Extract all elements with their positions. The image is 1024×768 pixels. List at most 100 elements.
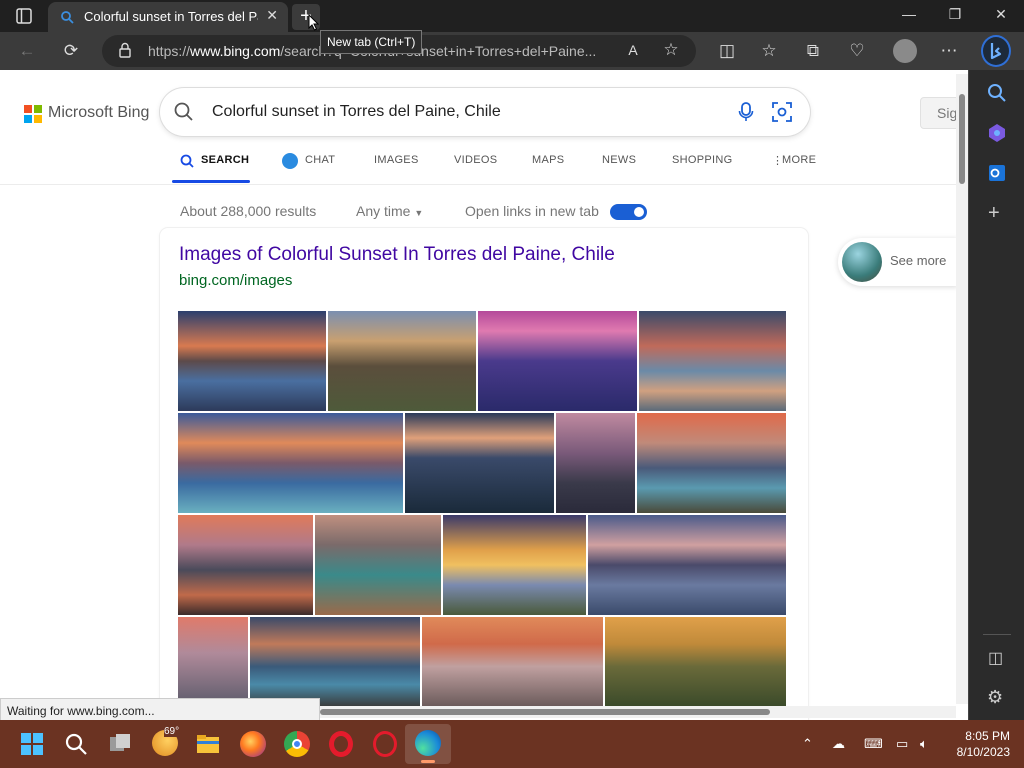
search-input[interactable]: Colorful sunset in Torres del Paine, Chi… — [212, 103, 501, 121]
visual-search-icon[interactable] — [772, 102, 792, 122]
lock-icon[interactable] — [118, 42, 132, 58]
see-more-thumbnail — [842, 242, 882, 282]
minimize-button[interactable]: — — [886, 6, 932, 22]
image-thumbnail[interactable] — [605, 617, 786, 707]
results-count: About 288,000 results — [180, 203, 317, 219]
status-bar: Waiting for www.bing.com... — [0, 698, 320, 720]
scope-search-icon — [180, 154, 194, 168]
new-tab-tooltip: New tab (Ctrl+T) — [320, 30, 423, 54]
file-explorer-icon[interactable] — [196, 732, 220, 756]
weather-temp: 69° — [164, 726, 180, 737]
microsoft-logo-icon — [24, 105, 42, 123]
tab-chat[interactable]: CHAT — [305, 154, 335, 166]
search-box[interactable]: Colorful sunset in Torres del Paine, Chi… — [160, 88, 810, 136]
firefox-icon[interactable] — [240, 731, 266, 757]
clock-date: 8/10/2023 — [956, 745, 1010, 759]
back-icon[interactable]: ← — [16, 41, 38, 63]
clock-time: 8:05 PM — [965, 729, 1010, 743]
image-thumbnail[interactable] — [443, 515, 586, 615]
horizontal-scrollbar[interactable] — [320, 706, 956, 718]
sidebar-outlook-icon[interactable] — [986, 162, 1008, 184]
image-thumbnail[interactable] — [637, 413, 786, 513]
tab-search[interactable]: SEARCH — [201, 154, 249, 166]
image-thumbnail[interactable] — [478, 311, 637, 411]
system-clock[interactable]: 8:05 PM 8/10/2023 — [948, 728, 1010, 760]
vertical-scrollbar[interactable] — [956, 74, 968, 704]
hide-sidebar-icon[interactable]: ◫ — [988, 648, 1003, 668]
vertical-scrollbar-thumb[interactable] — [959, 94, 965, 184]
sidebar-copilot-icon[interactable] — [986, 122, 1008, 144]
edge-icon — [415, 730, 441, 756]
tab-news[interactable]: NEWS — [602, 154, 636, 166]
see-more-label: See more — [890, 253, 947, 268]
image-thumbnail[interactable] — [315, 515, 441, 615]
image-thumbnail[interactable] — [178, 413, 403, 513]
see-more-button[interactable]: See more — [838, 238, 958, 286]
keyboard-icon[interactable]: ⌨ — [864, 736, 883, 752]
opera-icon[interactable] — [329, 731, 353, 757]
microphone-icon[interactable] — [738, 102, 754, 122]
more-menu-icon[interactable]: ⋯ — [938, 41, 960, 63]
split-screen-icon[interactable]: ◫ — [716, 41, 738, 63]
image-thumbnail[interactable] — [588, 515, 786, 615]
favorite-star-icon[interactable]: ☆ — [660, 40, 682, 62]
opera-gx-icon[interactable] — [373, 731, 397, 757]
mouse-cursor-icon — [308, 14, 320, 31]
address-toolbar: ← ⟳ https://www.bing.com/search?q=Colorf… — [0, 32, 1024, 70]
image-thumbnail[interactable] — [178, 311, 326, 411]
open-links-toggle[interactable] — [610, 204, 647, 220]
image-thumbnail[interactable] — [639, 311, 786, 411]
horizontal-scrollbar-thumb[interactable] — [320, 709, 770, 715]
windows-start-icon[interactable] — [20, 732, 44, 756]
edge-sidebar: + ◫ ⚙ — [968, 70, 1024, 720]
sidebar-search-icon[interactable] — [986, 82, 1008, 104]
read-aloud-icon[interactable]: A — [622, 40, 644, 62]
chrome-icon[interactable] — [284, 731, 310, 757]
tab-more[interactable]: MORE — [782, 154, 816, 166]
image-thumbnail[interactable] — [250, 617, 420, 707]
tab-maps[interactable]: MAPS — [532, 154, 564, 166]
image-thumbnail[interactable] — [556, 413, 635, 513]
bing-logo-text: Microsoft Bing — [48, 104, 150, 121]
windows-taskbar: 69° ⌃ ☁ ⌨ ▭ 🔈︎ 8:05 PM 8/10/2023 — [0, 720, 1024, 768]
network-icon[interactable]: ▭ — [896, 736, 908, 752]
image-thumbnail[interactable] — [328, 311, 476, 411]
image-thumbnail[interactable] — [178, 617, 248, 707]
refresh-icon[interactable]: ⟳ — [60, 41, 82, 63]
search-icon[interactable] — [174, 102, 194, 122]
show-hidden-icons[interactable]: ⌃ — [802, 736, 813, 752]
image-thumbnail[interactable] — [405, 413, 554, 513]
sidebar-settings-icon[interactable]: ⚙ — [987, 687, 1003, 708]
workspaces-icon[interactable] — [16, 8, 32, 24]
open-links-label: Open links in new tab — [465, 203, 599, 219]
collections-icon[interactable]: ⧉ — [802, 41, 824, 63]
tab-close-icon[interactable]: ✕ — [266, 7, 278, 24]
browser-essentials-icon[interactable]: ♡ — [846, 41, 868, 63]
tab-videos[interactable]: VIDEOS — [454, 154, 497, 166]
close-window-button[interactable]: ✕ — [978, 6, 1024, 23]
onedrive-icon[interactable]: ☁ — [832, 736, 845, 752]
volume-icon[interactable]: 🔈︎ — [920, 736, 928, 752]
favorites-icon[interactable]: ☆ — [758, 41, 780, 63]
tab-shopping[interactable]: SHOPPING — [672, 154, 732, 166]
image-results-source[interactable]: bing.com/images — [179, 272, 292, 289]
tab-title: Colorful sunset in Torres del Paine, Chi… — [84, 9, 258, 24]
search-favicon-icon — [61, 11, 74, 24]
taskbar-search-icon[interactable] — [64, 732, 88, 756]
edge-taskbar-active[interactable] — [405, 724, 451, 764]
image-thumbnail[interactable] — [422, 617, 603, 707]
active-tab-indicator — [172, 180, 250, 183]
time-filter-dropdown[interactable]: Any time ▼ — [356, 203, 423, 219]
restore-button[interactable]: ❐ — [932, 6, 978, 23]
image-thumbnail[interactable] — [178, 515, 313, 615]
page-content: Microsoft Bing Colorful sunset in Torres… — [0, 70, 968, 720]
sidebar-divider — [983, 634, 1011, 635]
bing-copilot-icon[interactable] — [981, 35, 1011, 67]
image-results-title[interactable]: Images of Colorful Sunset In Torres del … — [179, 244, 615, 266]
profile-avatar[interactable] — [893, 39, 917, 63]
tab-images[interactable]: IMAGES — [374, 154, 419, 166]
browser-title-bar: Colorful sunset in Torres del Paine, Chi… — [0, 0, 1024, 54]
sidebar-add-icon[interactable]: + — [988, 202, 1000, 225]
task-view-icon[interactable] — [108, 732, 132, 756]
browser-tab-active[interactable]: Colorful sunset in Torres del Paine, Chi… — [48, 2, 288, 32]
